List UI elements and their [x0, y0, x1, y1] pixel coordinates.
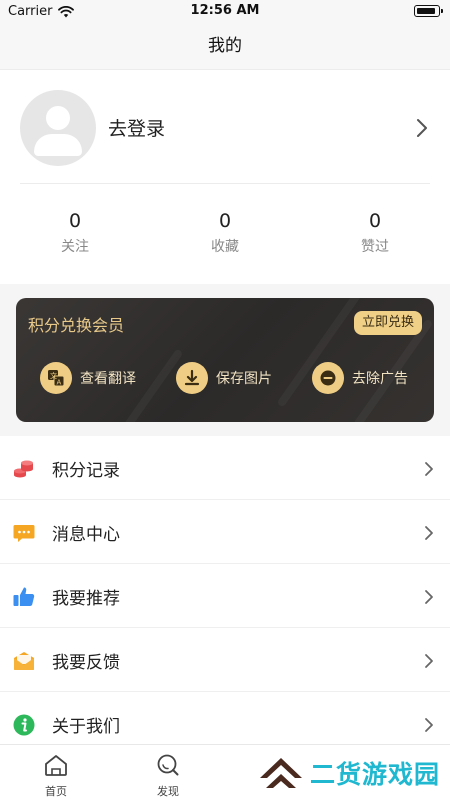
avatar-head-shape	[46, 106, 70, 130]
watermark-logo-icon	[260, 758, 302, 788]
battery-icon	[414, 5, 443, 17]
menu-item-label: 我要反馈	[52, 653, 120, 673]
profile-divider	[20, 183, 430, 184]
menu-item-label: 我要推荐	[52, 589, 120, 609]
redeem-button[interactable]: 立即兑换	[353, 311, 422, 335]
avatar-body-shape	[34, 134, 82, 156]
feature-view-translation[interactable]: 文 A 查看翻译	[40, 362, 136, 394]
menu-item-points-record[interactable]: 积分记录	[0, 436, 450, 500]
info-icon	[13, 714, 35, 736]
menu-item-label: 积分记录	[52, 461, 120, 481]
chevron-right-icon	[425, 654, 433, 668]
chevron-right-icon	[425, 462, 433, 476]
menu-item-recommend[interactable]: 我要推荐	[0, 564, 450, 628]
vip-card-title: 积分兑换会员	[28, 316, 125, 335]
avatar[interactable]	[20, 90, 96, 166]
tab-label: 首页	[45, 785, 67, 798]
chevron-right-icon	[425, 526, 433, 540]
feature-label: 去除广告	[352, 371, 408, 387]
menu-item-message-center[interactable]: 消息中心	[0, 500, 450, 564]
login-link[interactable]: 去登录	[108, 114, 165, 141]
status-bar: Carrier 12:56 AM	[0, 0, 450, 24]
page-title: 我的	[208, 36, 242, 56]
svg-text:A: A	[57, 379, 62, 387]
home-icon	[45, 755, 67, 776]
stat-label: 关注	[61, 239, 89, 255]
profile-section: 去登录 0 关注 0 收藏 0 赞过	[0, 70, 450, 284]
coins-icon	[14, 460, 33, 478]
thumbs-up-icon	[13, 587, 35, 606]
discover-icon	[157, 754, 179, 776]
feature-remove-ads[interactable]: 去除广告	[312, 362, 408, 394]
stat-value: 0	[368, 210, 382, 232]
translate-icon: 文 A	[40, 362, 72, 394]
envelope-icon	[14, 652, 34, 670]
tab-label: 发现	[157, 785, 179, 798]
watermark-text: 二货游戏园	[310, 760, 441, 789]
settings-menu: 积分记录 消息中心 我要推荐 我要反馈 关于我们	[0, 436, 450, 756]
chevron-right-icon[interactable]	[416, 118, 428, 138]
feature-label: 查看翻译	[80, 371, 136, 387]
stat-following[interactable]: 0 关注	[0, 210, 150, 256]
message-icon	[13, 525, 35, 542]
tab-home[interactable]: 首页	[31, 753, 81, 799]
stat-value: 0	[218, 210, 232, 232]
chevron-right-icon	[425, 718, 433, 732]
stat-label: 赞过	[361, 239, 389, 255]
menu-item-feedback[interactable]: 我要反馈	[0, 628, 450, 692]
stat-label: 收藏	[211, 239, 239, 255]
stat-liked[interactable]: 0 赞过	[300, 210, 450, 256]
tab-discover[interactable]: 发现	[143, 753, 193, 799]
menu-item-label: 关于我们	[52, 717, 120, 737]
vip-card: 积分兑换会员 立即兑换 文 A 查看翻译 保存图片 去除广告	[16, 298, 434, 422]
feature-label: 保存图片	[216, 371, 272, 387]
feature-save-image[interactable]: 保存图片	[176, 362, 272, 394]
stat-value: 0	[68, 210, 82, 232]
menu-item-label: 消息中心	[52, 525, 120, 545]
watermark: 二货游戏园	[256, 754, 440, 792]
stat-favorites[interactable]: 0 收藏	[150, 210, 300, 256]
status-time: 12:56 AM	[190, 3, 260, 18]
nav-bar: 我的	[0, 24, 450, 70]
chevron-right-icon	[425, 590, 433, 604]
minus-circle-icon	[312, 362, 344, 394]
download-icon	[176, 362, 208, 394]
